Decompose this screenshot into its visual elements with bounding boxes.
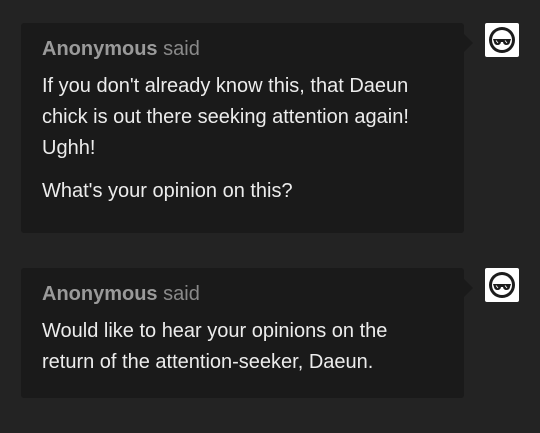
anonymous-avatar[interactable] <box>485 268 519 302</box>
asker-said-label: said <box>163 283 200 305</box>
ask-bubble: Anonymous said If you don't already know… <box>21 23 473 233</box>
ask-thread: Anonymous said If you don't already know… <box>0 0 540 433</box>
asker-line: Anonymous said <box>42 37 444 61</box>
anonymous-avatar[interactable] <box>485 23 519 57</box>
anonymous-sunglasses-icon <box>489 272 515 298</box>
asker-said-label: said <box>163 38 200 60</box>
anonymous-sunglasses-icon <box>489 27 515 53</box>
ask-body: If you don't already know this, that Dae… <box>42 71 444 207</box>
asker-line: Anonymous said <box>42 282 444 306</box>
ask-paragraph: What's your opinion on this? <box>42 180 293 202</box>
ask-paragraph: If you don't already know this, that Dae… <box>42 75 409 159</box>
asker-name[interactable]: Anonymous <box>42 38 158 60</box>
ask-body: Would like to hear your opinions on the … <box>42 316 444 378</box>
ask-paragraph: Would like to hear your opinions on the … <box>42 320 388 373</box>
ask-bubble: Anonymous said Would like to hear your o… <box>21 268 473 398</box>
asker-name[interactable]: Anonymous <box>42 283 158 305</box>
